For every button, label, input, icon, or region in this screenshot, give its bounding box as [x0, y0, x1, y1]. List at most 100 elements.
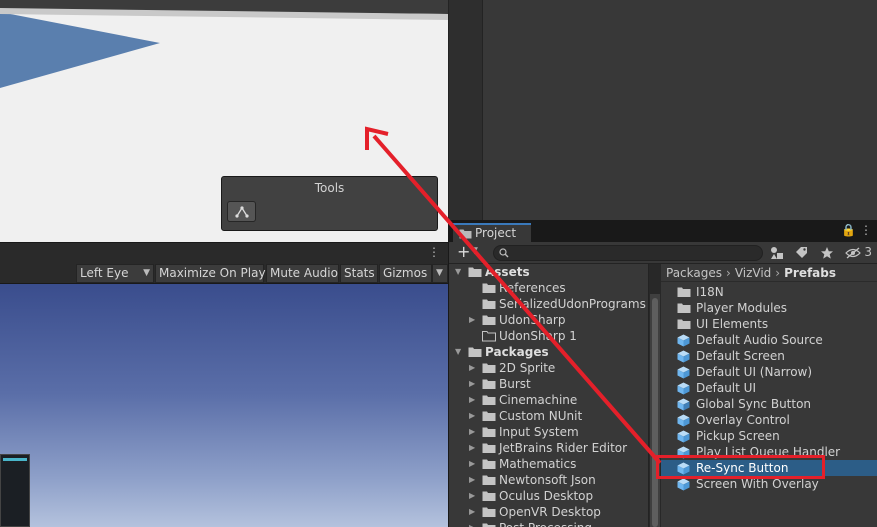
expand-right-icon[interactable]: ▶ — [469, 520, 479, 527]
prefab-icon — [677, 366, 690, 379]
prefab-icon — [677, 414, 690, 427]
tab-project[interactable]: Project — [453, 223, 531, 242]
tree-item-label: Assets — [485, 265, 530, 279]
tree-item[interactable]: References — [449, 280, 648, 296]
prefab-icon — [677, 478, 690, 491]
maximize-on-play-button[interactable]: Maximize On Play — [155, 264, 266, 283]
label-icon[interactable] — [792, 244, 812, 262]
mute-audio-button[interactable]: Mute Audio — [266, 264, 339, 283]
expand-right-icon[interactable]: ▶ — [469, 424, 479, 440]
expand-down-icon[interactable]: ▼ — [455, 344, 465, 360]
asset-item[interactable]: Default UI — [661, 380, 877, 396]
expand-right-icon[interactable]: ▶ — [469, 456, 479, 472]
expand-down-icon[interactable]: ▼ — [455, 264, 465, 280]
asset-item-label: Pickup Screen — [696, 429, 780, 443]
star-icon[interactable] — [817, 244, 837, 262]
asset-item[interactable]: Overlay Control — [661, 412, 877, 428]
asset-item[interactable]: Global Sync Button — [661, 396, 877, 412]
tree-item[interactable]: ▶ 2D Sprite — [449, 360, 648, 376]
gizmos-dropdown[interactable]: ▼ — [432, 264, 448, 283]
prefab-variant-icon — [677, 398, 690, 411]
add-asset-button[interactable]: + — [457, 243, 470, 261]
expand-right-icon[interactable]: ▶ — [469, 392, 479, 408]
prefab-icon — [677, 430, 690, 443]
tree-item[interactable]: ▶ Newtonsoft Json — [449, 472, 648, 488]
breadcrumb-item[interactable]: VizVid — [735, 266, 771, 280]
tree-item[interactable]: ▶ UdonSharp — [449, 312, 648, 328]
game-view[interactable] — [0, 284, 448, 527]
tree-item[interactable]: ▶ JetBrains Rider Editor — [449, 440, 648, 456]
game-view-menu-icon[interactable]: ⋮ — [428, 245, 440, 259]
tree-item-label: 2D Sprite — [499, 361, 556, 375]
tree-item[interactable]: ▶ Input System — [449, 424, 648, 440]
lock-icon[interactable]: 🔒 ⋮ — [841, 223, 872, 237]
tree-item-label: Packages — [485, 345, 549, 359]
asset-item[interactable]: I18N — [661, 284, 877, 300]
stats-button[interactable]: Stats — [340, 264, 378, 283]
folder-icon — [468, 347, 482, 357]
expand-right-icon[interactable]: ▶ — [469, 472, 479, 488]
asset-item[interactable]: UI Elements — [661, 316, 877, 332]
asset-item-label: Default Audio Source — [696, 333, 823, 347]
expand-right-icon[interactable]: ▶ — [469, 504, 479, 520]
game-view-tabbar: ⋮ — [0, 242, 448, 262]
tree-item[interactable]: ▶ Cinemachine — [449, 392, 648, 408]
tree-item[interactable]: SerializedUdonPrograms — [449, 296, 648, 312]
expand-right-icon[interactable]: ▶ — [469, 488, 479, 504]
tree-item[interactable]: ▶ Oculus Desktop — [449, 488, 648, 504]
annotation-highlight-box — [656, 455, 825, 479]
search-input[interactable] — [493, 245, 763, 261]
chevron-down-icon[interactable]: ▼ — [471, 246, 478, 256]
breadcrumb-item[interactable]: Prefabs — [784, 266, 836, 280]
tree-item[interactable]: ▶ Mathematics — [449, 456, 648, 472]
asset-item-label: Default UI (Narrow) — [696, 365, 813, 379]
asset-list[interactable]: Packages › VizVid › Prefabs I18N Player Modul… — [661, 264, 877, 527]
tree-item-label: References — [499, 281, 566, 295]
tree-item-label: SerializedUdonPrograms — [499, 297, 646, 311]
expand-right-icon[interactable]: ▶ — [469, 440, 479, 456]
asset-item[interactable]: Default Audio Source — [661, 332, 877, 348]
asset-item[interactable]: Default Screen — [661, 348, 877, 364]
breadcrumb-separator: › — [726, 266, 731, 280]
folder-icon — [482, 299, 496, 309]
folder-tree[interactable]: ▼ Assets References SerializedUdonPrograms ▶… — [449, 264, 649, 527]
expand-right-icon[interactable]: ▶ — [469, 376, 479, 392]
tree-item[interactable]: ▶ Post Processing — [449, 520, 648, 527]
tree-item-label: Mathematics — [499, 457, 577, 471]
tree-item[interactable]: ▶ Custom NUnit — [449, 408, 648, 424]
asset-item[interactable]: Player Modules — [661, 300, 877, 316]
project-tabbar: Project 🔒 ⋮ — [449, 220, 877, 242]
asset-item[interactable]: Default UI (Narrow) — [661, 364, 877, 380]
display-eye-dropdown[interactable]: Left Eye ▼ — [76, 264, 154, 283]
tree-item-label: UdonSharp 1 — [499, 329, 577, 343]
scene-view[interactable]: Tools — [0, 0, 448, 242]
project-toolbar: + ▼ 3 — [449, 242, 877, 264]
expand-right-icon[interactable]: ▶ — [469, 312, 479, 328]
tree-item-label: Post Processing — [499, 520, 592, 527]
chevron-down-icon: ▼ — [436, 268, 443, 278]
tree-item[interactable]: ▼ Packages — [449, 344, 648, 360]
inspector-gutter — [449, 0, 483, 220]
tree-item[interactable]: UdonSharp 1 — [449, 328, 648, 344]
folder-icon — [482, 331, 496, 342]
tree-item[interactable]: ▶ Burst — [449, 376, 648, 392]
filter-type-icon[interactable] — [767, 244, 787, 262]
eye-hidden-icon[interactable] — [843, 244, 863, 262]
prefab-icon — [677, 382, 690, 395]
tree-item[interactable]: ▶ OpenVR Desktop — [449, 504, 648, 520]
breadcrumb-separator: › — [775, 266, 781, 280]
expand-right-icon[interactable]: ▶ — [469, 360, 479, 376]
tool-handle-button[interactable] — [227, 201, 256, 222]
tree-scrollbar[interactable] — [650, 294, 660, 527]
folder-icon — [482, 379, 496, 389]
asset-item[interactable]: Pickup Screen — [661, 428, 877, 444]
breadcrumb-item[interactable]: Packages — [666, 266, 722, 280]
tools-overlay[interactable]: Tools — [221, 176, 438, 231]
folder-icon — [468, 267, 482, 277]
expand-right-icon[interactable]: ▶ — [469, 408, 479, 424]
prefab-icon — [677, 334, 690, 347]
gizmos-button[interactable]: Gizmos — [379, 264, 432, 283]
folder-icon — [482, 363, 496, 373]
asset-item-label: Global Sync Button — [696, 397, 812, 411]
tree-item[interactable]: ▼ Assets — [449, 264, 648, 280]
